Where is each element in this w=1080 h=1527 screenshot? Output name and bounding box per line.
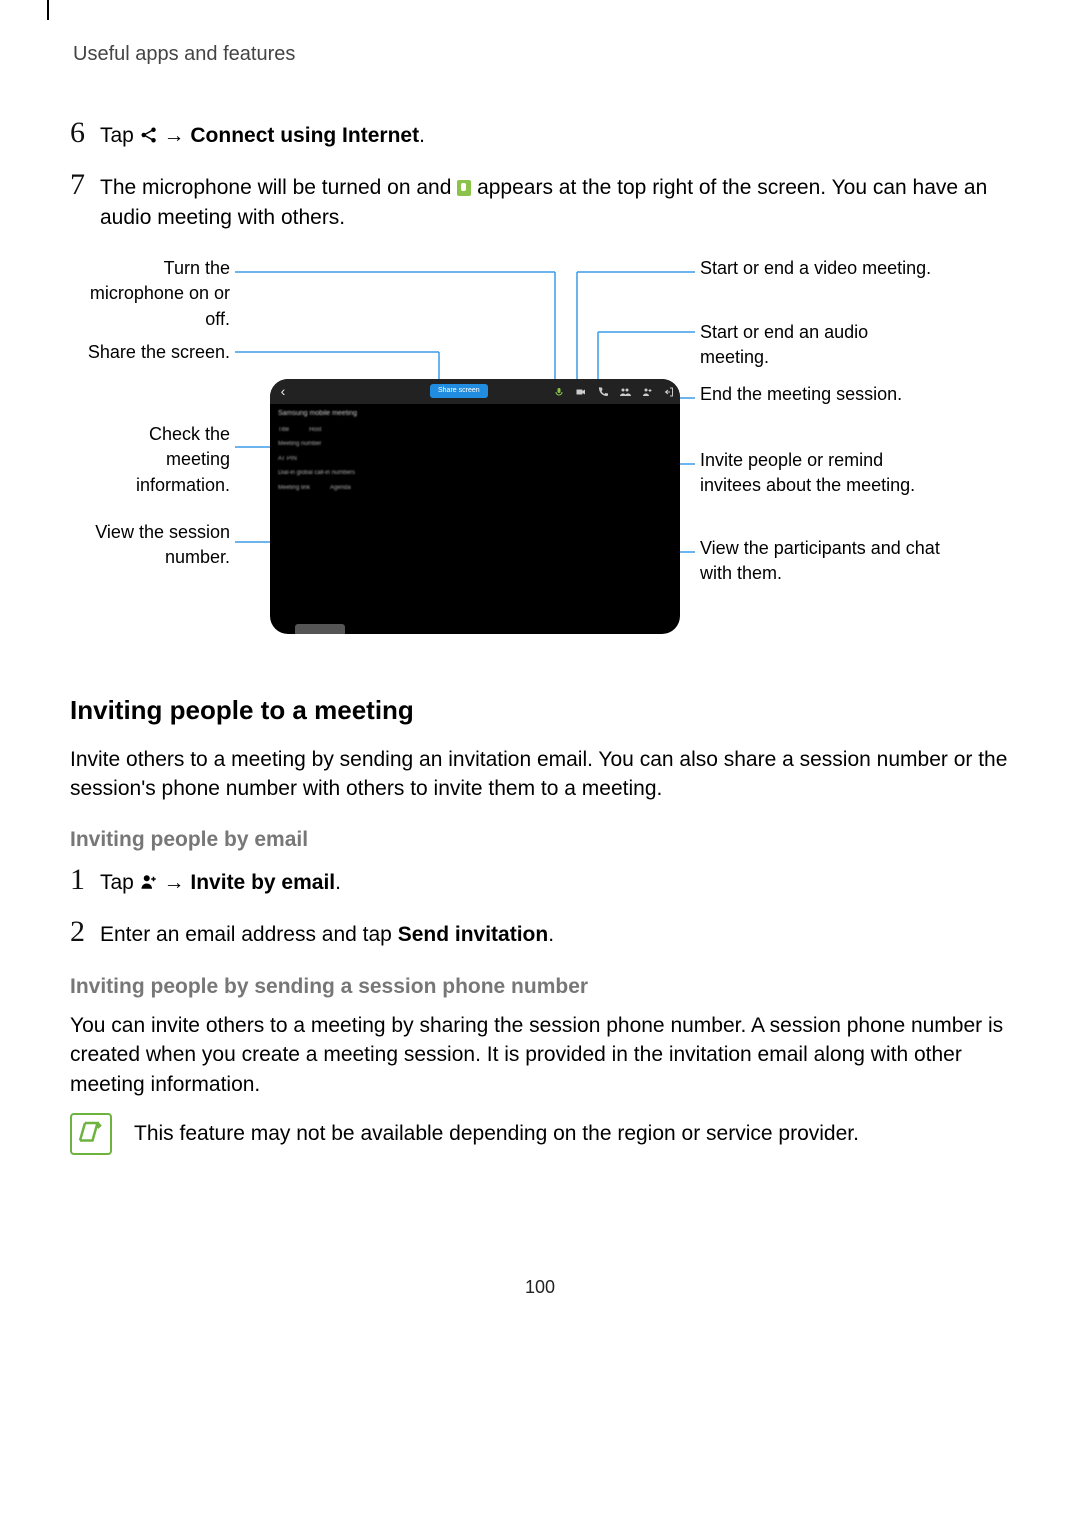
section-title: Inviting people to a meeting xyxy=(70,692,1010,728)
end: . xyxy=(335,871,341,894)
callout-audio: Start or end an audio meeting. xyxy=(700,320,940,370)
text-pre: The microphone will be turned on and xyxy=(100,176,457,199)
step-number: 1 xyxy=(70,865,100,895)
section-body: Invite others to a meeting by sending an… xyxy=(70,745,1010,804)
step-number: 2 xyxy=(70,917,100,947)
callout-share: Share the screen. xyxy=(80,340,230,365)
page-side-mark xyxy=(47,0,49,20)
session-number-tab xyxy=(295,624,345,634)
end: . xyxy=(548,923,554,946)
mic-toggle-icon xyxy=(553,386,565,398)
step-7: 7 The microphone will be turned on and a… xyxy=(70,170,1010,232)
cell: Meeting link xyxy=(278,484,310,492)
cell: AT PIN xyxy=(278,455,297,463)
step-body: The microphone will be turned on and app… xyxy=(100,170,1010,232)
sub-title-email: Inviting people by email xyxy=(70,825,1010,854)
step-6: 6 Tap → Connect using Internet. xyxy=(70,118,1010,150)
text: Tap xyxy=(100,124,140,147)
note-text: This feature may not be available depend… xyxy=(134,1119,859,1148)
callout-session: View the session number. xyxy=(80,520,230,570)
cell: Agenda xyxy=(330,484,351,492)
share-screen-button: Share screen xyxy=(430,384,488,398)
meeting-info-panel: Samsung mobile meeting Title Host Meeting… xyxy=(278,409,398,495)
arrow: → xyxy=(164,871,191,894)
cell: Host xyxy=(309,426,321,434)
mic-active-icon xyxy=(457,180,471,196)
callout-video: Start or end a video meeting. xyxy=(700,256,940,281)
share-icon xyxy=(140,126,158,144)
phone-body: You can invite others to a meeting by sh… xyxy=(70,1011,1010,1099)
text: Enter an email address and tap xyxy=(100,923,398,946)
device-screenshot: ‹ Share screen Samsung mobile meeting Ti… xyxy=(270,379,680,634)
note-icon xyxy=(70,1113,112,1155)
arrow: → xyxy=(164,124,191,147)
invite-person-icon xyxy=(140,873,158,891)
sub-title-phone: Inviting people by sending a session pho… xyxy=(70,972,1010,1001)
email-step-1: 1 Tap → Invite by email. xyxy=(70,865,1010,897)
callout-mic: Turn the microphone on or off. xyxy=(80,256,230,332)
phone-icon xyxy=(597,386,609,398)
page-header: Useful apps and features xyxy=(70,40,1010,68)
callout-info: Check the meeting information. xyxy=(80,422,230,498)
step-body: Tap → Connect using Internet. xyxy=(100,118,1010,150)
video-icon xyxy=(575,386,587,398)
invite-icon xyxy=(641,386,653,398)
cell: Meeting number xyxy=(278,440,321,448)
panel-title: Samsung mobile meeting xyxy=(278,409,398,419)
topbar-icons xyxy=(553,379,675,404)
step-number: 7 xyxy=(70,170,100,200)
command: Connect using Internet xyxy=(190,124,419,147)
cell: Dial-in global call-in numbers xyxy=(278,469,355,477)
end: . xyxy=(419,124,425,147)
callout-end: End the meeting session. xyxy=(700,382,940,407)
step-body: Tap → Invite by email. xyxy=(100,865,1010,897)
labeled-screenshot-diagram: Turn the microphone on or off. Share the… xyxy=(80,252,1000,652)
app-topbar: ‹ Share screen xyxy=(270,379,680,404)
email-step-2: 2 Enter an email address and tap Send in… xyxy=(70,917,1010,949)
command: Invite by email xyxy=(190,871,335,894)
step-number: 6 xyxy=(70,118,100,148)
exit-icon xyxy=(663,386,675,398)
cell: Title xyxy=(278,426,289,434)
people-icon xyxy=(619,386,631,398)
step-body: Enter an email address and tap Send invi… xyxy=(100,917,1010,949)
back-icon: ‹ xyxy=(270,382,296,402)
info-note: This feature may not be available depend… xyxy=(70,1113,1010,1155)
text: Tap xyxy=(100,871,140,894)
callout-invite: Invite people or remind invitees about t… xyxy=(700,448,940,498)
command: Send invitation xyxy=(398,923,549,946)
callout-chat: View the participants and chat with them… xyxy=(700,536,940,586)
page-number: 100 xyxy=(70,1275,1010,1300)
